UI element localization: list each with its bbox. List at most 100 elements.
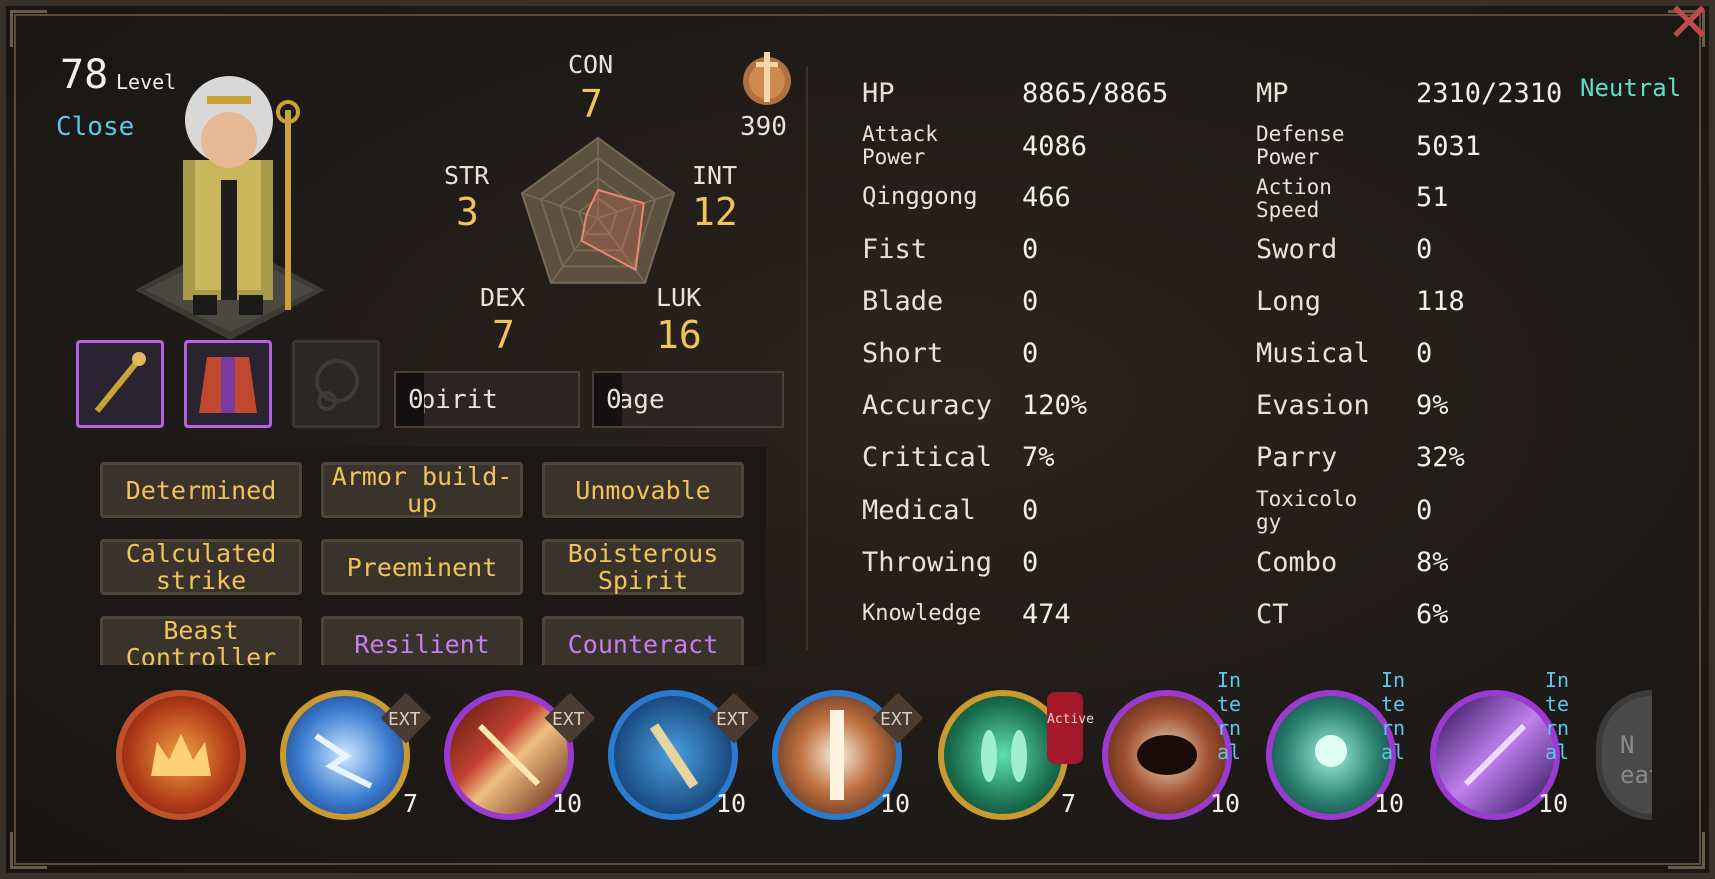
- skill-flame-crown[interactable]: [116, 690, 246, 820]
- stat-label-hp: HP: [862, 78, 895, 109]
- stat-value-blade: 0: [1022, 286, 1039, 317]
- str-value: 3: [456, 190, 479, 234]
- spirit-meter: Spirit 0: [394, 371, 580, 428]
- skill-level: 10: [551, 789, 582, 818]
- stat-label-mp: MP: [1256, 78, 1289, 109]
- stat-value-short: 0: [1022, 338, 1039, 369]
- stat-value-throwing: 0: [1022, 547, 1039, 578]
- seal-value: 390: [740, 112, 787, 142]
- rage-meter: Rage 0: [592, 371, 784, 428]
- frame-corner: [10, 10, 47, 47]
- stat-label-defense: Defense Power: [1256, 122, 1345, 169]
- stat-label-sword: Sword: [1256, 234, 1338, 265]
- ext-tag-label: EXT: [552, 709, 585, 730]
- attribute-radar-chart: [520, 136, 676, 284]
- spirit-value: 0: [396, 373, 424, 426]
- stat-value-attack: 4086: [1022, 131, 1088, 162]
- close-button[interactable]: Close: [56, 112, 134, 142]
- trait-item[interactable]: Calculated strike: [100, 539, 302, 595]
- stat-label-ct: CT: [1256, 599, 1289, 630]
- trait-item[interactable]: Boisterous Spirit: [542, 539, 744, 595]
- stat-label-short: Short: [862, 338, 944, 369]
- stat-value-musical: 0: [1416, 338, 1433, 369]
- traits-list[interactable]: Determined Armor build-up Unmovable Calc…: [86, 447, 766, 665]
- stat-value-sword: 0: [1416, 234, 1433, 265]
- stat-label-combo: Combo: [1256, 547, 1338, 578]
- character-avatar: [135, 76, 325, 340]
- sword-medal-icon: [743, 52, 791, 105]
- skill-level: 10: [1209, 789, 1240, 818]
- int-value: 12: [692, 190, 738, 234]
- trait-item[interactable]: Unmovable: [542, 462, 744, 518]
- skill-level: 10: [715, 789, 746, 818]
- trait-item[interactable]: Beast Controller: [100, 616, 302, 665]
- stat-label-medical: Medical: [862, 495, 976, 526]
- alignment-label: Neutral: [1580, 74, 1682, 102]
- locked-skill-icon: N eat: [1620, 731, 1652, 789]
- flame-crown-icon: [151, 734, 211, 776]
- stat-label-accuracy: Accuracy: [862, 390, 993, 421]
- leaf-blades-icon: [981, 730, 1027, 782]
- con-label: CON: [568, 50, 614, 79]
- stat-value-mp: 2310/2310: [1416, 78, 1563, 109]
- trait-item[interactable]: Preeminent: [321, 539, 523, 595]
- skill-level: 10: [879, 789, 910, 818]
- trait-item[interactable]: Resilient: [321, 616, 523, 665]
- stat-label-critical: Critical: [862, 442, 993, 473]
- skill-level: 10: [1373, 789, 1404, 818]
- stat-value-combo: 8%: [1416, 547, 1449, 578]
- maw-icon: [1137, 735, 1197, 775]
- stat-value-long: 118: [1416, 286, 1465, 317]
- stat-value-speed: 51: [1416, 182, 1449, 213]
- staff-icon: [94, 352, 146, 413]
- stat-label-long: Long: [1256, 286, 1322, 317]
- spirit-icon: [1315, 735, 1347, 767]
- stat-value-toxicology: 0: [1416, 495, 1433, 526]
- stat-value-knowledge: 474: [1022, 599, 1071, 630]
- int-label: INT: [692, 161, 738, 190]
- armor-slot[interactable]: [184, 340, 272, 428]
- stat-value-medical: 0: [1022, 495, 1039, 526]
- stat-label-musical: Musical: [1256, 338, 1370, 369]
- trait-item[interactable]: Armor build-up: [321, 462, 523, 518]
- skill-maw[interactable]: 10: [1102, 690, 1240, 820]
- close-x-icon[interactable]: ✕: [1663, 0, 1715, 52]
- stat-label-speed: Action Speed: [1256, 175, 1332, 222]
- stat-value-parry: 32%: [1416, 442, 1465, 473]
- trait-item[interactable]: Counteract: [542, 616, 744, 665]
- stat-value-hp: 8865/8865: [1022, 78, 1169, 109]
- frame-corner: [1668, 832, 1705, 869]
- str-label: STR: [444, 161, 490, 190]
- stat-value-defense: 5031: [1416, 131, 1482, 162]
- skill-violet-slash[interactable]: 10: [1430, 690, 1568, 820]
- accessory-slot[interactable]: [292, 340, 380, 428]
- frame-corner: [10, 832, 47, 869]
- dex-value: 7: [492, 313, 515, 357]
- internal-tag: Internal: [1216, 668, 1242, 764]
- ext-tag-label: EXT: [716, 709, 749, 730]
- stat-value-evasion: 9%: [1416, 390, 1449, 421]
- stat-label-parry: Parry: [1256, 442, 1338, 473]
- stat-label-evasion: Evasion: [1256, 390, 1370, 421]
- skill-spirit[interactable]: 10: [1266, 690, 1404, 820]
- ext-tag-label: EXT: [388, 709, 421, 730]
- stat-value-accuracy: 120%: [1022, 390, 1088, 421]
- stat-value-fist: 0: [1022, 234, 1039, 265]
- stat-label-knowledge: Knowledge: [862, 601, 982, 626]
- violet-slash-icon: [1463, 723, 1527, 787]
- stat-label-qinggong: Qinggong: [862, 182, 978, 210]
- section-divider: [806, 66, 808, 650]
- active-tag: Active: [1047, 692, 1094, 764]
- con-value: 7: [580, 82, 603, 126]
- weapon-slot[interactable]: [76, 340, 164, 428]
- stat-label-fist: Fist: [862, 234, 928, 265]
- trait-item[interactable]: Determined: [100, 462, 302, 518]
- skill-level: 7: [402, 789, 418, 818]
- rage-value: 0: [594, 373, 622, 426]
- necklace-icon: [315, 359, 359, 411]
- ext-tag-label: EXT: [880, 709, 913, 730]
- level-value: 78: [60, 52, 109, 98]
- stat-label-blade: Blade: [862, 286, 944, 317]
- luk-value: 16: [656, 313, 702, 357]
- skill-level: 7: [1060, 789, 1076, 818]
